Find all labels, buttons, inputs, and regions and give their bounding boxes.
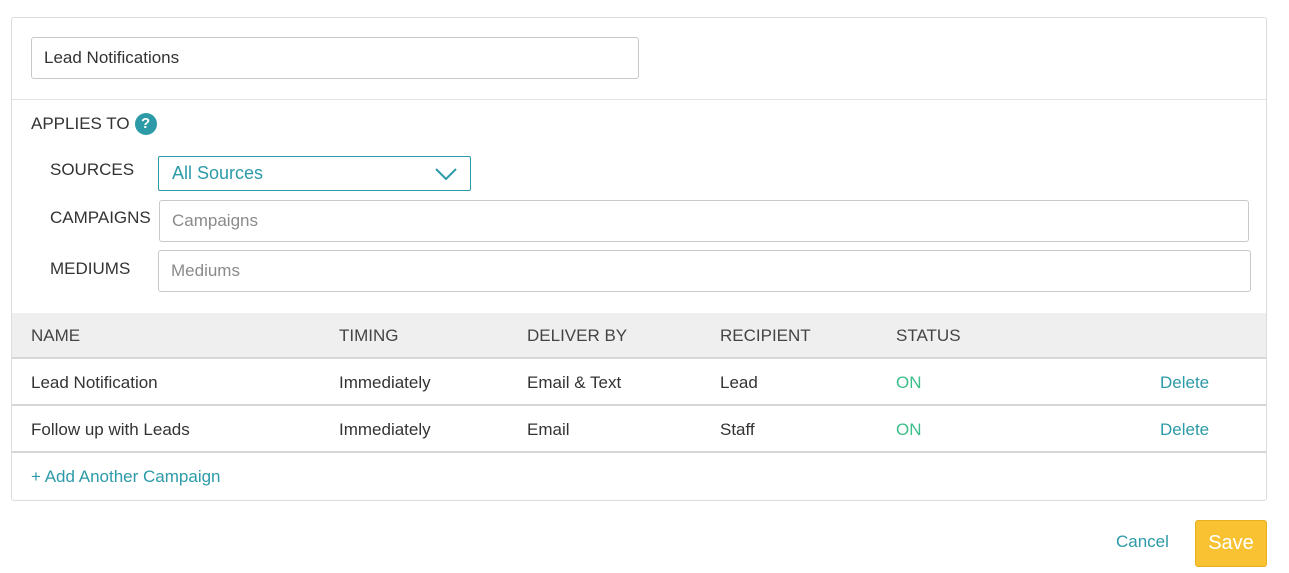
campaigns-input[interactable]	[159, 200, 1249, 242]
header-name: NAME	[31, 326, 81, 345]
row-recipient: Lead	[720, 373, 758, 392]
row-timing: Immediately	[339, 373, 431, 392]
table-row[interactable]: Lead Notification Immediately Email & Te…	[12, 359, 1266, 406]
header-status: STATUS	[896, 326, 961, 345]
row-name: Lead Notification	[31, 373, 158, 392]
table-header: NAME TIMING DELIVER BY RECIPIENT STATUS	[12, 313, 1266, 359]
sources-select[interactable]: All Sources	[158, 156, 471, 191]
row-deliver-by: Email & Text	[527, 373, 622, 392]
mediums-label: MEDIUMS	[50, 259, 131, 278]
delete-link[interactable]: Delete	[1160, 420, 1209, 440]
chevron-down-icon	[435, 167, 457, 180]
row-deliver-by: Email	[527, 420, 570, 439]
campaigns-table: NAME TIMING DELIVER BY RECIPIENT STATUS …	[12, 313, 1266, 453]
campaigns-label: CAMPAIGNS	[50, 208, 151, 227]
status-toggle[interactable]: ON	[896, 420, 922, 440]
applies-to-heading: APPLIES TO ?	[31, 113, 157, 135]
row-recipient: Staff	[720, 420, 755, 439]
question-circle-icon[interactable]: ?	[134, 113, 157, 135]
header-deliver-by: DELIVER BY	[527, 326, 628, 345]
row-timing: Immediately	[339, 420, 431, 439]
notification-name-input[interactable]	[31, 37, 639, 79]
table-row[interactable]: Follow up with Leads Immediately Email S…	[12, 406, 1266, 453]
sources-label: SOURCES	[50, 160, 135, 179]
row-name: Follow up with Leads	[31, 420, 190, 439]
add-another-campaign-link[interactable]: + Add Another Campaign	[31, 467, 221, 487]
header-timing: TIMING	[339, 326, 399, 345]
mediums-input[interactable]	[158, 250, 1251, 292]
cancel-button[interactable]: Cancel	[1116, 532, 1169, 552]
sources-selected-value: All Sources	[172, 163, 264, 183]
save-button[interactable]: Save	[1195, 520, 1267, 567]
status-toggle[interactable]: ON	[896, 373, 922, 393]
header-recipient: RECIPIENT	[720, 326, 811, 345]
notification-panel: APPLIES TO ? SOURCES All Sources CAMPAIG…	[11, 17, 1267, 501]
name-section	[12, 18, 1266, 100]
delete-link[interactable]: Delete	[1160, 373, 1209, 393]
applies-to-label: APPLIES TO	[31, 114, 130, 133]
